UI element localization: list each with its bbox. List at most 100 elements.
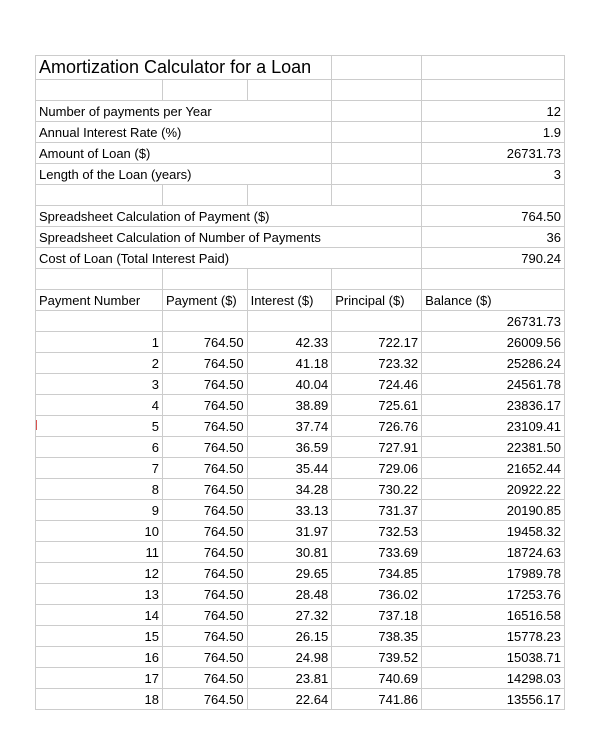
- principal-amount: 722.17: [332, 332, 422, 353]
- payment-number: 17: [36, 668, 163, 689]
- principal-amount: 726.76: [332, 416, 422, 437]
- balance-amount: 14298.03: [422, 668, 565, 689]
- col-header: Interest ($): [247, 290, 332, 311]
- col-header: Principal ($): [332, 290, 422, 311]
- payment-number: 3: [36, 374, 163, 395]
- payment-number: 9: [36, 500, 163, 521]
- principal-amount: 727.91: [332, 437, 422, 458]
- payment-number: 15: [36, 626, 163, 647]
- principal-amount: 725.61: [332, 395, 422, 416]
- calc-value: 790.24: [422, 248, 565, 269]
- interest-amount: 34.28: [247, 479, 332, 500]
- col-header: Balance ($): [422, 290, 565, 311]
- interest-amount: 22.64: [247, 689, 332, 710]
- payment-amount: 764.50: [162, 353, 247, 374]
- payment-number: 10: [36, 521, 163, 542]
- balance-amount: 16516.58: [422, 605, 565, 626]
- payment-amount: 764.50: [162, 605, 247, 626]
- balance-amount: 17253.76: [422, 584, 565, 605]
- calc-value: 36: [422, 227, 565, 248]
- interest-amount: 24.98: [247, 647, 332, 668]
- interest-amount: 36.59: [247, 437, 332, 458]
- payment-amount: 764.50: [162, 668, 247, 689]
- col-header: Payment Number: [36, 290, 163, 311]
- principal-amount: 723.32: [332, 353, 422, 374]
- input-label: Length of the Loan (years): [36, 164, 332, 185]
- principal-amount: 741.86: [332, 689, 422, 710]
- payment-amount: 764.50: [162, 626, 247, 647]
- payment-number: 1: [36, 332, 163, 353]
- initial-balance: 26731.73: [422, 311, 565, 332]
- payment-amount: 764.50: [162, 689, 247, 710]
- interest-amount: 28.48: [247, 584, 332, 605]
- input-value: 3: [422, 164, 565, 185]
- payment-number: 13: [36, 584, 163, 605]
- balance-amount: 18724.63: [422, 542, 565, 563]
- principal-amount: 732.53: [332, 521, 422, 542]
- interest-amount: 26.15: [247, 626, 332, 647]
- payment-number: 11: [36, 542, 163, 563]
- principal-amount: 737.18: [332, 605, 422, 626]
- payment-number: 16: [36, 647, 163, 668]
- principal-amount: 733.69: [332, 542, 422, 563]
- interest-amount: 33.13: [247, 500, 332, 521]
- principal-amount: 730.22: [332, 479, 422, 500]
- balance-amount: 17989.78: [422, 563, 565, 584]
- principal-amount: 729.06: [332, 458, 422, 479]
- input-value: 26731.73: [422, 143, 565, 164]
- interest-amount: 40.04: [247, 374, 332, 395]
- input-value: 12: [422, 101, 565, 122]
- principal-amount: 734.85: [332, 563, 422, 584]
- interest-amount: 23.81: [247, 668, 332, 689]
- payment-amount: 764.50: [162, 395, 247, 416]
- interest-amount: 37.74: [247, 416, 332, 437]
- input-label: Amount of Loan ($): [36, 143, 332, 164]
- payment-number: 18: [36, 689, 163, 710]
- balance-amount: 24561.78: [422, 374, 565, 395]
- interest-amount: 41.18: [247, 353, 332, 374]
- balance-amount: 20190.85: [422, 500, 565, 521]
- principal-amount: 740.69: [332, 668, 422, 689]
- payment-amount: 764.50: [162, 416, 247, 437]
- payment-amount: 764.50: [162, 521, 247, 542]
- principal-amount: 738.35: [332, 626, 422, 647]
- payment-number: 5: [36, 416, 163, 437]
- balance-amount: 13556.17: [422, 689, 565, 710]
- balance-amount: 15038.71: [422, 647, 565, 668]
- calc-label: Cost of Loan (Total Interest Paid): [36, 248, 422, 269]
- input-value: 1.9: [422, 122, 565, 143]
- interest-amount: 30.81: [247, 542, 332, 563]
- balance-amount: 20922.22: [422, 479, 565, 500]
- balance-amount: 23836.17: [422, 395, 565, 416]
- payment-number: 8: [36, 479, 163, 500]
- payment-amount: 764.50: [162, 647, 247, 668]
- interest-amount: 42.33: [247, 332, 332, 353]
- payment-amount: 764.50: [162, 437, 247, 458]
- col-header: Payment ($): [162, 290, 247, 311]
- payment-amount: 764.50: [162, 332, 247, 353]
- balance-amount: 26009.56: [422, 332, 565, 353]
- payment-amount: 764.50: [162, 458, 247, 479]
- payment-number: 14: [36, 605, 163, 626]
- calc-label: Spreadsheet Calculation of Number of Pay…: [36, 227, 422, 248]
- payment-amount: 764.50: [162, 374, 247, 395]
- principal-amount: 724.46: [332, 374, 422, 395]
- balance-amount: 22381.50: [422, 437, 565, 458]
- interest-amount: 27.32: [247, 605, 332, 626]
- interest-amount: 31.97: [247, 521, 332, 542]
- payment-amount: 764.50: [162, 584, 247, 605]
- calc-label: Spreadsheet Calculation of Payment ($): [36, 206, 422, 227]
- principal-amount: 736.02: [332, 584, 422, 605]
- payment-number: 4: [36, 395, 163, 416]
- payment-number: 12: [36, 563, 163, 584]
- input-label: Annual Interest Rate (%): [36, 122, 332, 143]
- payment-amount: 764.50: [162, 479, 247, 500]
- page-title: Amortization Calculator for a Loan: [36, 56, 332, 80]
- balance-amount: 25286.24: [422, 353, 565, 374]
- calc-value: 764.50: [422, 206, 565, 227]
- principal-amount: 739.52: [332, 647, 422, 668]
- principal-amount: 731.37: [332, 500, 422, 521]
- payment-amount: 764.50: [162, 542, 247, 563]
- spreadsheet-table: Amortization Calculator for a LoanNumber…: [35, 55, 565, 710]
- payment-amount: 764.50: [162, 500, 247, 521]
